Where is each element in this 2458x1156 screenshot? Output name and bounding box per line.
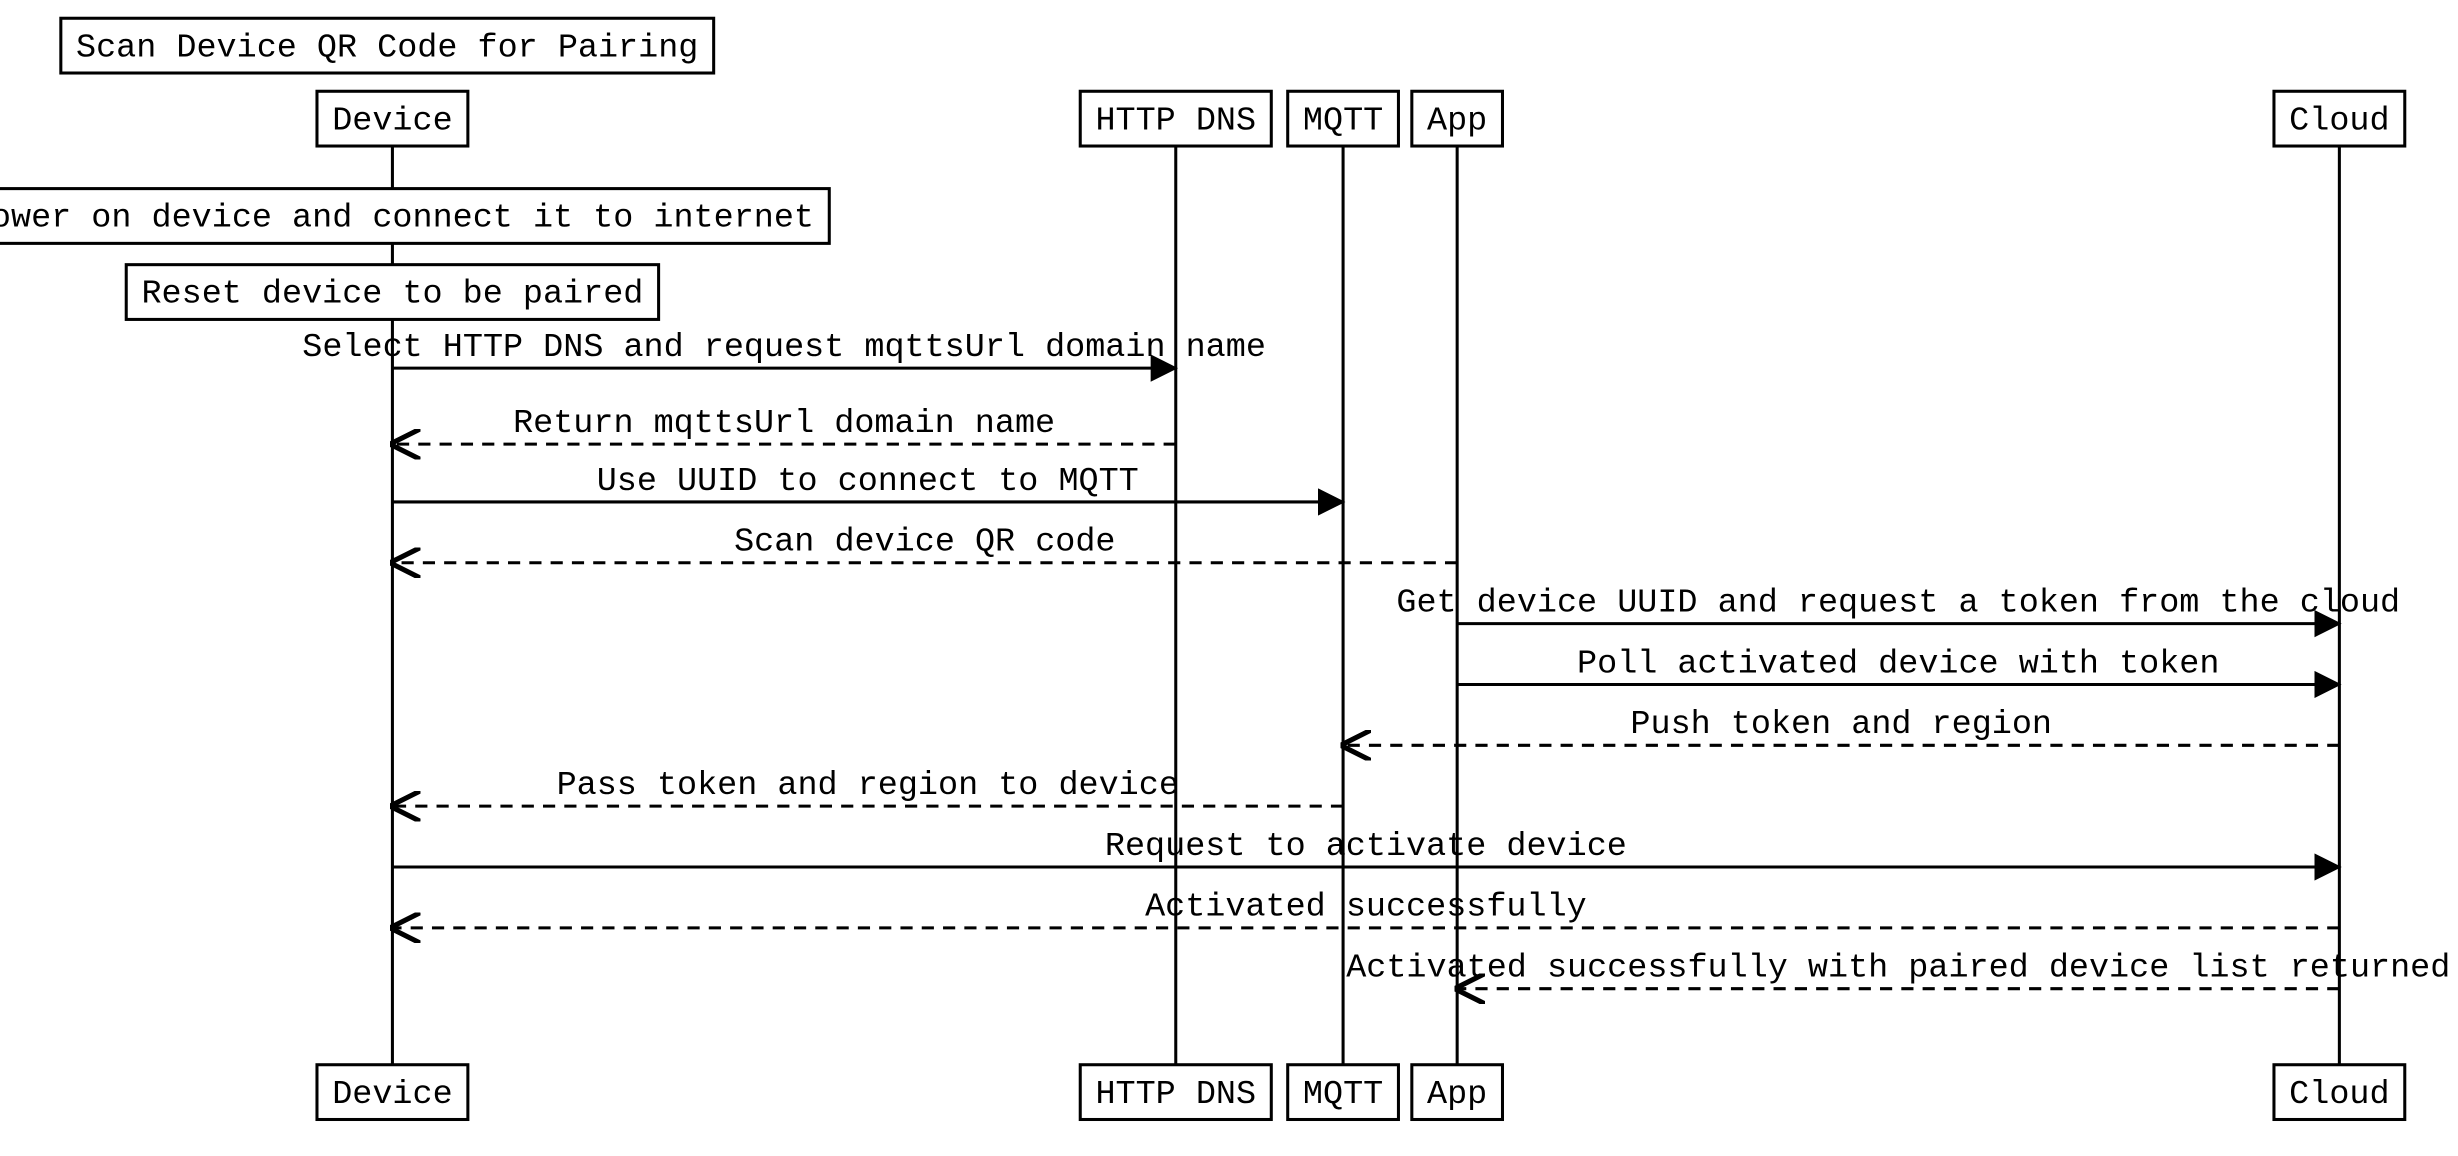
participant-app-label-bottom: App [1427,1076,1487,1114]
participant-httpdns-label-top: HTTP DNS [1095,102,1256,140]
sequence-diagram: Scan Device QR Code for Pairing Device Dev… [0,0,2458,1156]
message-0-label: Select HTTP DNS and request mqttsUrl dom… [302,329,1266,367]
message-4-label: Get device UUID and request a token from… [1396,584,2400,622]
participant-device-label-bottom: Device [332,1076,452,1114]
message-5-label: Poll activated device with token [1577,645,2219,683]
participant-mqtt-label-top: MQTT [1303,102,1383,140]
participant-cloud-label-top: Cloud [2289,102,2389,140]
message-3-label: Scan device QR code [734,524,1115,562]
message-7-label: Pass token and region to device [557,767,1179,805]
message-8-label: Request to activate device [1105,828,1627,866]
message-9-label: Activated successfully [1145,889,1587,927]
participant-httpdns-label-bottom: HTTP DNS [1095,1076,1256,1114]
message-6-label: Push token and region [1630,706,2052,744]
participant-app-label-top: App [1427,102,1487,140]
participant-mqtt-label-bottom: MQTT [1303,1076,1383,1114]
participant-device-label-top: Device [332,102,452,140]
message-10-label: Activated successfully with paired devic… [1346,950,2450,988]
diagram-title: Scan Device QR Code for Pairing [76,29,698,67]
note-0-text: Power on device and connect it to intern… [0,200,814,238]
message-1-label: Return mqttsUrl domain name [513,405,1055,443]
participant-cloud-label-bottom: Cloud [2289,1076,2389,1114]
note-1-text: Reset device to be paired [141,276,643,314]
message-2-label: Use UUID to connect to MQTT [597,463,1139,501]
